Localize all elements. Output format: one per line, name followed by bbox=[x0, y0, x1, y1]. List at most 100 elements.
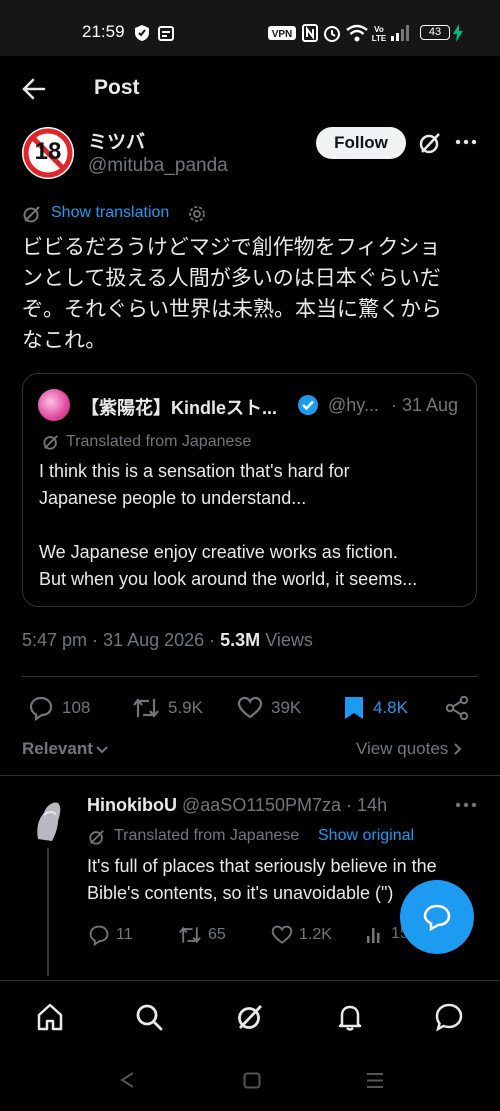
reply-button[interactable]: 108 bbox=[28, 695, 90, 721]
status-bar: 21:59 VPN Vo LTE 43 bbox=[0, 0, 500, 56]
settings-gear-icon[interactable] bbox=[187, 204, 207, 224]
quote-text-line bbox=[39, 512, 469, 539]
heart-icon bbox=[271, 925, 293, 944]
sort-relevant-dropdown[interactable]: Relevant bbox=[22, 739, 109, 759]
grok-translate-icon bbox=[89, 830, 104, 845]
chevron-down-icon bbox=[96, 746, 108, 754]
grok-icon[interactable] bbox=[418, 131, 442, 155]
view-quotes-link[interactable]: View quotes bbox=[356, 739, 462, 759]
quote-text-line: Japanese people to understand... bbox=[39, 488, 307, 508]
reply-icon bbox=[89, 925, 109, 946]
show-translation-link[interactable]: Show translation bbox=[51, 204, 169, 222]
view-quotes-label: View quotes bbox=[356, 739, 449, 758]
views-count: 5.3M bbox=[220, 630, 261, 650]
quoted-post-card[interactable]: 【紫陽花】Kindleスト... @hy... · 31 Aug Transla… bbox=[22, 373, 477, 607]
verified-badge-icon bbox=[298, 395, 318, 415]
sort-relevant-label: Relevant bbox=[22, 739, 93, 758]
follow-button[interactable]: Follow bbox=[316, 127, 406, 159]
shield-icon bbox=[135, 25, 149, 41]
quote-avatar bbox=[38, 389, 70, 421]
repost-icon bbox=[133, 698, 159, 718]
views-icon bbox=[367, 928, 380, 943]
avatar-figure-icon bbox=[37, 802, 61, 841]
signal-icon bbox=[391, 25, 409, 41]
reply-translated-label: Translated from Japanese bbox=[114, 827, 300, 844]
system-recents-icon[interactable] bbox=[366, 1072, 384, 1089]
more-options-icon[interactable] bbox=[455, 802, 477, 808]
status-time: 21:59 bbox=[82, 22, 125, 41]
system-home-icon[interactable] bbox=[243, 1072, 261, 1089]
author-handle[interactable]: @mituba_panda bbox=[88, 155, 228, 177]
divider bbox=[22, 676, 478, 677]
svg-text:VPN: VPN bbox=[272, 29, 293, 40]
quote-date: · 31 Aug bbox=[391, 395, 459, 415]
bookmark-count: 4.8K bbox=[373, 698, 408, 717]
reply-author-name[interactable]: HinokiboU bbox=[87, 795, 177, 815]
reply-repost-button[interactable]: 65 bbox=[178, 924, 226, 946]
quote-text-line: But when you look around the world, it s… bbox=[39, 569, 418, 589]
page-title: Post bbox=[94, 76, 140, 99]
post-text-line: なこれ。 bbox=[22, 328, 107, 352]
bottom-nav bbox=[0, 980, 500, 1050]
compose-reply-button[interactable] bbox=[400, 880, 474, 954]
reply-repost-count: 65 bbox=[208, 926, 226, 943]
calendar-icon bbox=[158, 26, 174, 41]
author-name[interactable]: ミツバ bbox=[88, 127, 145, 154]
post-text-line: ンとして扱える人間が多いのは日本ぐらいだ bbox=[22, 266, 441, 290]
post-text: ビビるだろうけどマジで創作物をフィクショ ンとして扱える人間が多いのは日本ぐらい… bbox=[22, 232, 482, 356]
reply-reply-count: 11 bbox=[116, 926, 133, 943]
divider bbox=[0, 775, 500, 776]
reply-count: 108 bbox=[62, 698, 91, 717]
bookmark-button[interactable]: 4.8K bbox=[343, 695, 408, 721]
system-navigation bbox=[0, 1050, 500, 1111]
chevron-right-icon bbox=[454, 743, 462, 755]
show-original-link[interactable]: Show original bbox=[318, 827, 414, 845]
svg-text:Vo: Vo bbox=[374, 25, 384, 34]
grok-nav-icon[interactable] bbox=[235, 1002, 265, 1032]
quote-text-line: I think this is a sensation that's hard … bbox=[39, 461, 350, 481]
bookmark-icon bbox=[345, 697, 363, 719]
post-timestamp: 5:47 pm · 31 Aug 2026 · bbox=[22, 630, 216, 650]
reply-like-button[interactable]: 1.2K bbox=[271, 924, 332, 946]
system-back-icon[interactable] bbox=[119, 1071, 135, 1089]
notifications-bell-icon[interactable] bbox=[335, 1002, 365, 1032]
grok-translate-icon bbox=[23, 206, 40, 223]
thread-line bbox=[47, 848, 49, 976]
share-icon[interactable] bbox=[444, 695, 470, 721]
home-icon[interactable] bbox=[35, 1002, 65, 1032]
post-text-line: ぞ。それぐらい世界は未熟。本当に驚くから bbox=[22, 297, 442, 321]
reply-handle[interactable]: @aaSO1150PM7za · 14h bbox=[182, 795, 387, 815]
nfc-icon bbox=[302, 24, 318, 42]
more-options-icon[interactable] bbox=[455, 139, 477, 145]
avatar[interactable]: 18 bbox=[22, 127, 74, 179]
reply-reply-button[interactable]: 11 bbox=[88, 924, 133, 946]
quote-text: I think this is a sensation that's hard … bbox=[39, 458, 469, 593]
quote-translated-label: Translated from Japanese bbox=[66, 433, 252, 450]
like-button[interactable]: 39K bbox=[237, 695, 301, 721]
back-arrow-icon[interactable] bbox=[22, 78, 46, 100]
quote-handle: @hy... bbox=[328, 395, 379, 415]
like-count: 39K bbox=[271, 698, 302, 717]
reply-bubble-icon bbox=[423, 904, 451, 932]
vpn-icon: VPN bbox=[268, 26, 296, 40]
quote-text-line: We Japanese enjoy creative works as fict… bbox=[39, 542, 398, 562]
heart-icon bbox=[237, 696, 263, 719]
grok-translate-icon bbox=[43, 435, 58, 450]
reply-header: HinokiboU @aaSO1150PM7za · 14h bbox=[87, 795, 387, 816]
repost-icon bbox=[179, 926, 201, 944]
repost-count: 5.9K bbox=[168, 698, 203, 717]
charging-icon bbox=[453, 24, 463, 42]
post-meta: 5:47 pm · 31 Aug 2026 · 5.3M Views bbox=[22, 630, 313, 651]
search-icon[interactable] bbox=[134, 1002, 164, 1032]
repost-button[interactable]: 5.9K bbox=[132, 695, 203, 721]
wifi-icon bbox=[346, 24, 368, 42]
reply-like-count: 1.2K bbox=[299, 926, 332, 943]
reply-text-line: It's full of places that seriously belie… bbox=[87, 856, 437, 876]
quote-author-name: 【紫陽花】Kindleスト... bbox=[81, 398, 278, 418]
reply-icon bbox=[29, 696, 53, 721]
svg-text:LTE: LTE bbox=[372, 34, 386, 42]
messages-icon[interactable] bbox=[434, 1002, 464, 1032]
volte-icon: VoLTE bbox=[372, 25, 386, 42]
reply-avatar[interactable] bbox=[24, 795, 72, 843]
post-text-line: ビビるだろうけどマジで創作物をフィクショ bbox=[22, 235, 441, 259]
